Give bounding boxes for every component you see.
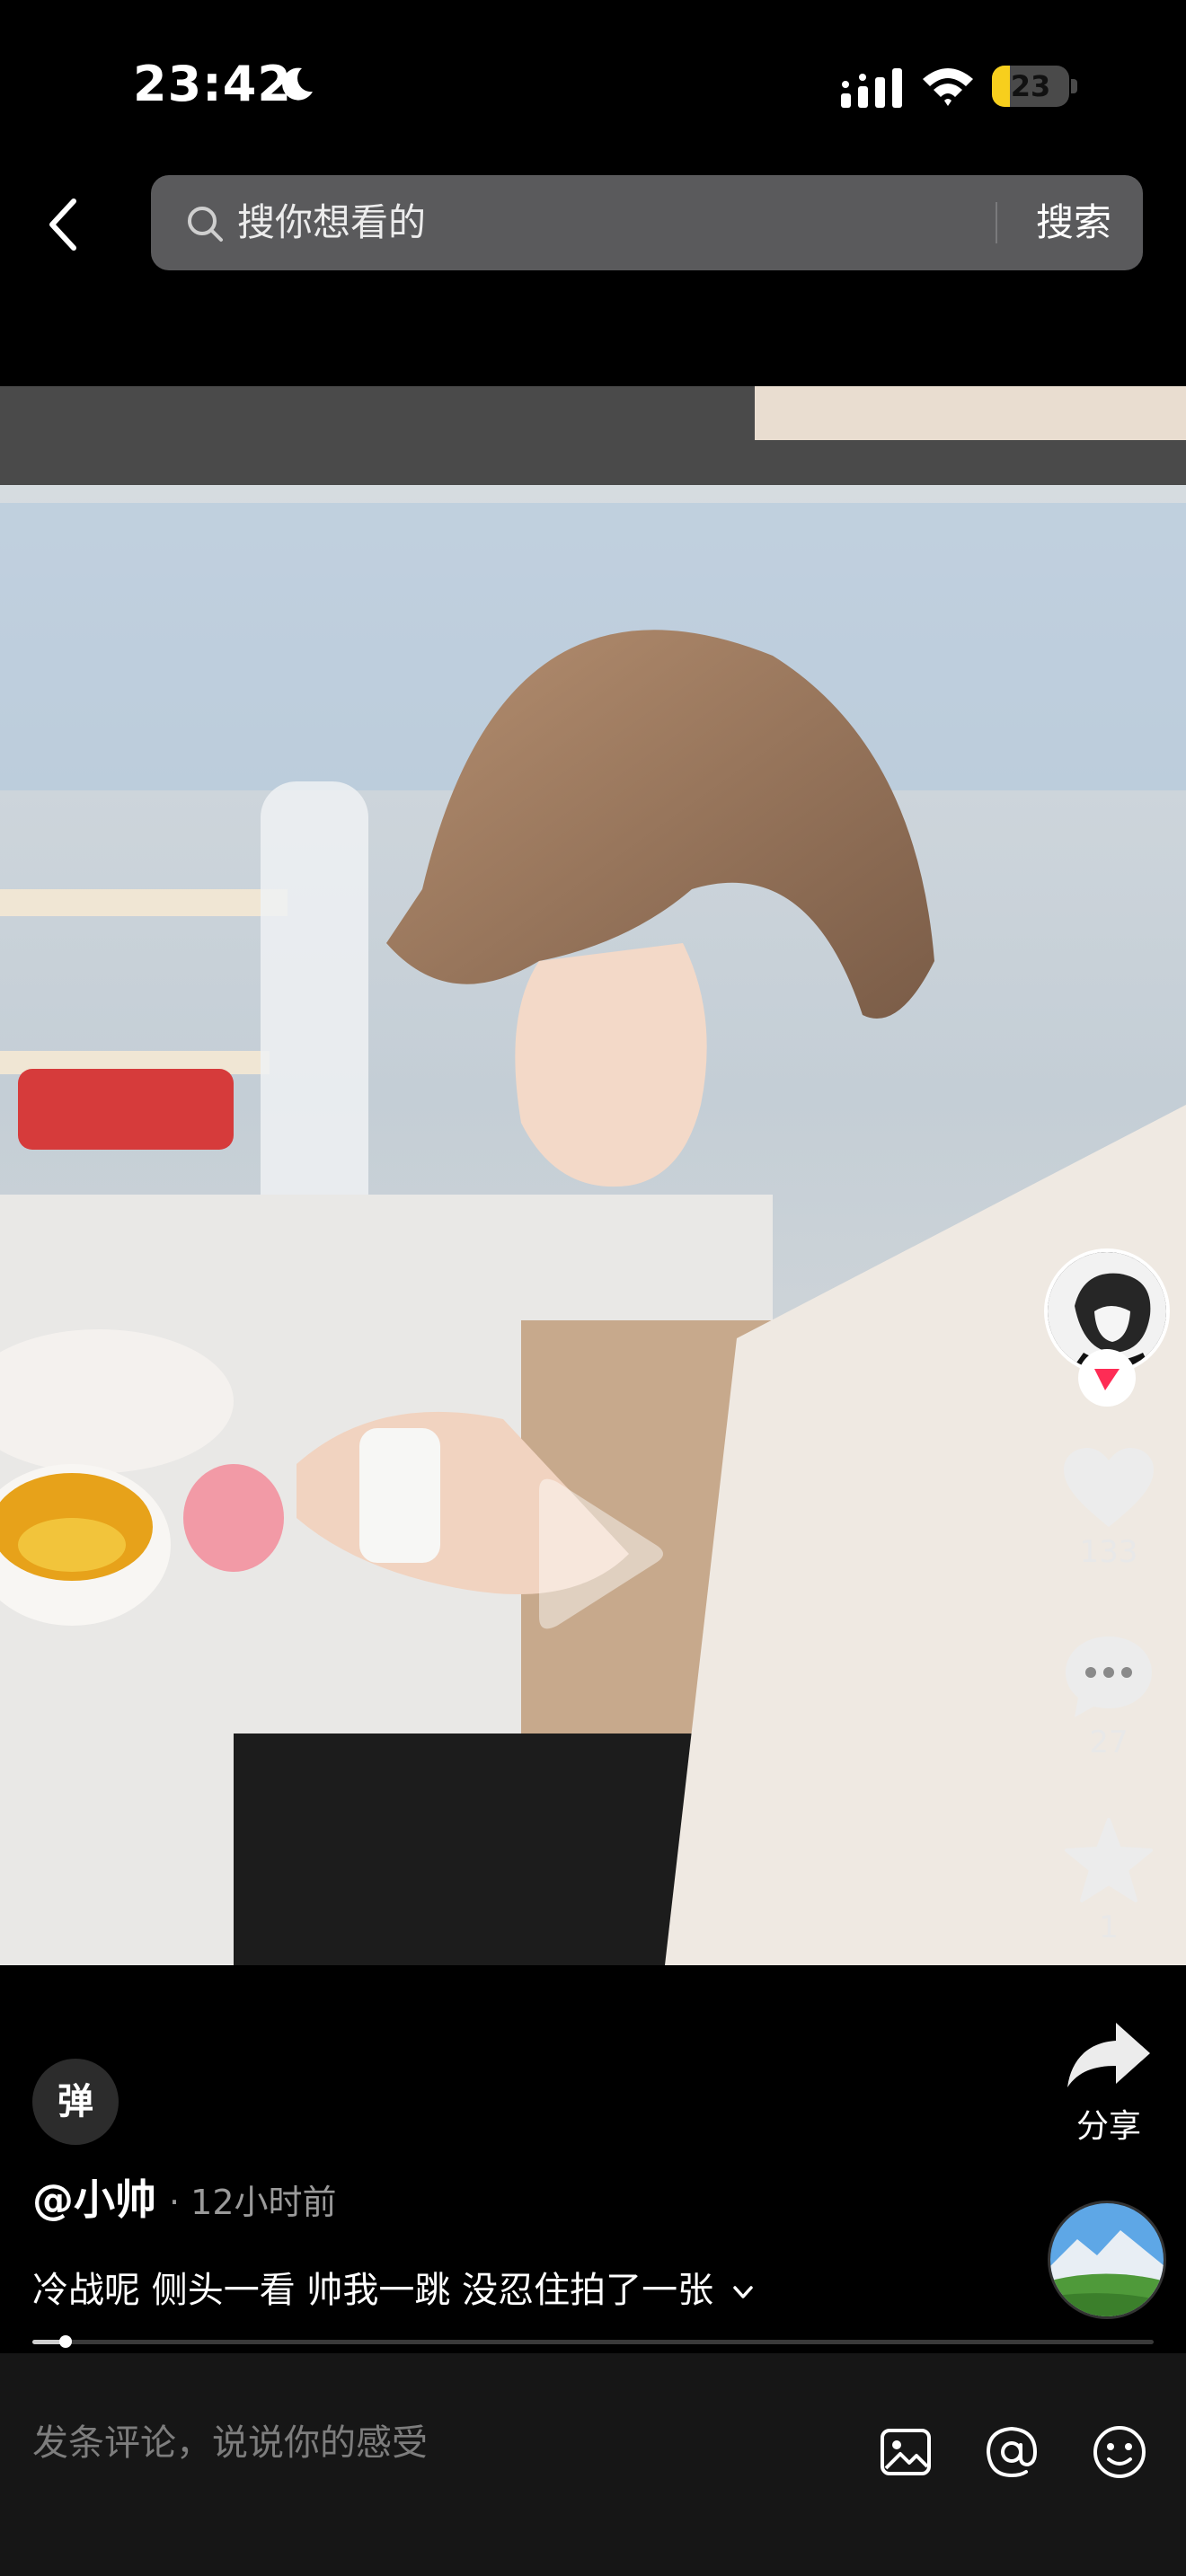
status-time: 23:42 <box>133 56 292 112</box>
search-icon <box>188 207 223 242</box>
author-line: @小帅 · 12小时前 <box>32 2168 337 2231</box>
battery-percent: 23 <box>1010 69 1051 103</box>
search-input[interactable]: 搜你想看的 <box>237 175 426 270</box>
like-count: 133 <box>1079 1534 1138 1570</box>
follow-badge-icon[interactable] <box>1078 1349 1136 1407</box>
wifi-icon <box>923 68 973 106</box>
comment-button[interactable]: 27 <box>1053 1633 1164 1760</box>
status-bar: 23:42 23 <box>0 0 1186 171</box>
search-button[interactable]: 搜索 <box>1015 175 1132 270</box>
star-icon <box>1065 1818 1153 1902</box>
heart-icon <box>1064 1448 1154 1527</box>
like-button[interactable]: 133 <box>1053 1446 1164 1570</box>
share-label: 分享 <box>1075 2108 1141 2145</box>
image-icon[interactable] <box>877 2423 934 2481</box>
search-bar[interactable]: 搜你想看的 搜索 <box>151 175 1143 270</box>
caption-text: 冷战呢 侧头一看 帅我一跳 没忍住拍了一张 <box>32 2270 714 2311</box>
music-disc[interactable] <box>1048 2201 1166 2319</box>
video-frame <box>0 386 1186 1965</box>
signal-icon <box>841 68 902 108</box>
emoji-icon[interactable] <box>1091 2423 1148 2481</box>
chevron-down-icon[interactable] <box>730 2279 757 2306</box>
post-time: · 12小时前 <box>169 2183 337 2222</box>
danmu-toggle-button[interactable]: 弹 <box>32 2059 119 2145</box>
battery-icon: 23 <box>992 66 1078 109</box>
share-icon <box>1067 2023 1150 2087</box>
comment-bar: 发条评论，说说你的感受 <box>0 2353 1186 2576</box>
favorite-button[interactable]: 1 <box>1053 1818 1164 1945</box>
play-icon[interactable] <box>503 1464 683 1644</box>
search-divider <box>996 202 997 243</box>
comment-icon <box>1066 1636 1152 1717</box>
share-button[interactable]: 分享 <box>1053 2019 1164 2147</box>
video-progress-knob[interactable] <box>59 2335 73 2348</box>
at-icon[interactable] <box>983 2423 1040 2481</box>
video-progress-bar[interactable] <box>32 2335 1154 2348</box>
music-cover-image <box>1050 2203 1164 2316</box>
author-name[interactable]: @小帅 <box>32 2175 156 2224</box>
video-player[interactable] <box>0 386 1186 1965</box>
favorite-count: 1 <box>1099 1910 1119 1945</box>
comment-input[interactable]: 发条评论，说说你的感受 <box>32 2407 428 2479</box>
comment-count: 27 <box>1089 1725 1128 1760</box>
back-arrow-icon[interactable] <box>36 189 93 260</box>
caption[interactable]: 冷战呢 侧头一看 帅我一跳 没忍住拍了一张 <box>32 2262 757 2319</box>
moon-icon <box>282 67 313 101</box>
